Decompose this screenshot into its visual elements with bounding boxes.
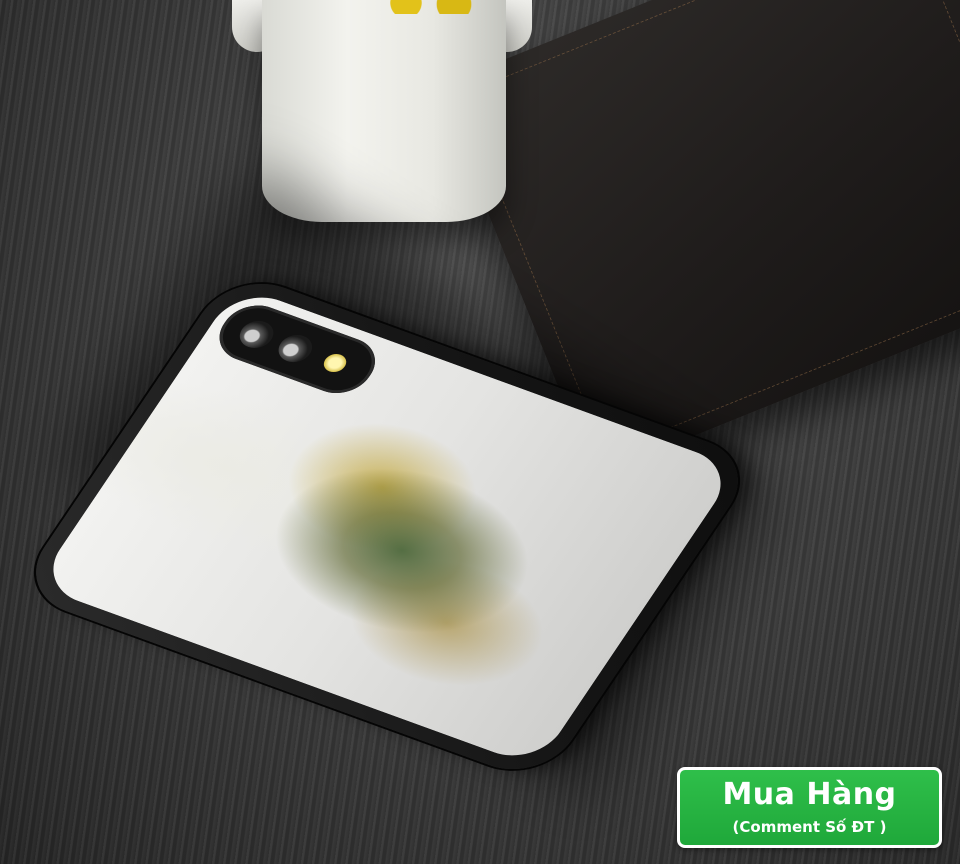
product-photo: Mua Hàng (Comment Số ĐT ): [0, 0, 960, 864]
camera-lens-icon: [233, 316, 280, 353]
flash-icon: [319, 351, 351, 375]
buy-subtitle: (Comment Số ĐT ): [732, 817, 887, 836]
camera-lens-icon: [272, 330, 319, 367]
flower-pot-icon: [262, 0, 506, 222]
buy-now-button[interactable]: Mua Hàng (Comment Số ĐT ): [677, 767, 942, 848]
buy-title: Mua Hàng: [722, 776, 897, 812]
flowers-icon: [370, 0, 490, 14]
